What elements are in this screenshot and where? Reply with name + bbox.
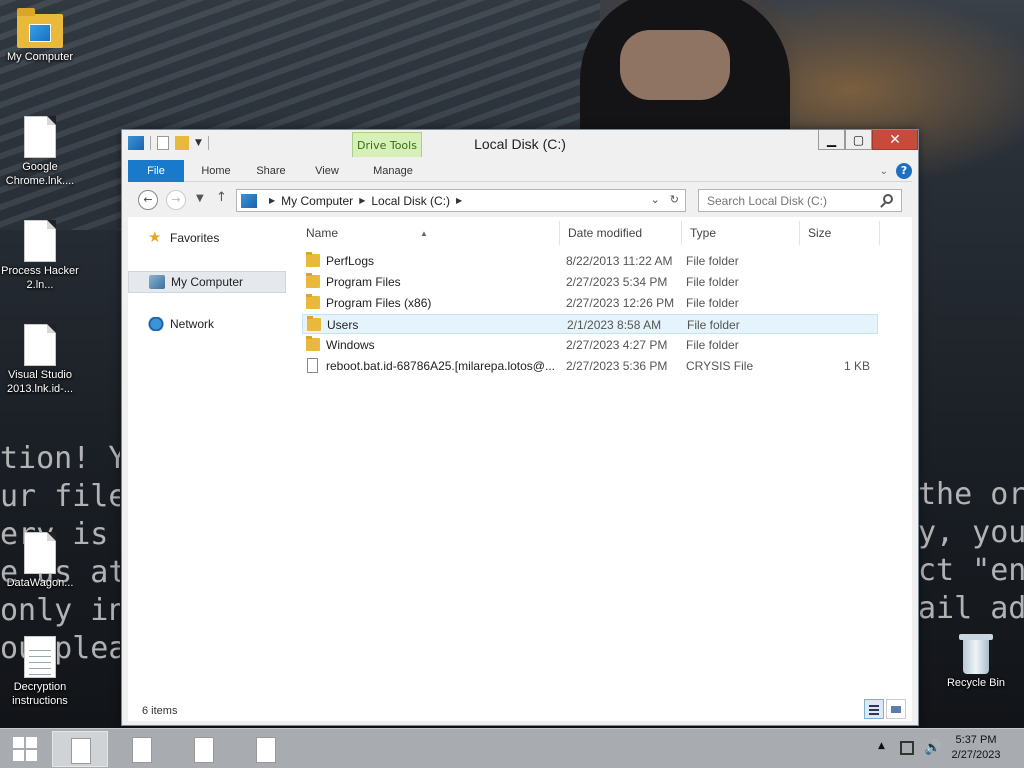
clock-time: 5:37 PM (955, 734, 997, 746)
show-hidden-icons-arrow-icon[interactable]: ▲ (878, 741, 885, 751)
star-icon: ★ (148, 229, 162, 246)
column-header-size[interactable]: Size (800, 221, 880, 245)
minimize-button[interactable]: ▁ (818, 130, 845, 150)
file-row-users[interactable]: Users 2/1/2023 8:58 AM File folder (302, 314, 878, 334)
breadcrumb-my-computer[interactable]: My Computer (281, 194, 353, 208)
search-icon[interactable] (883, 194, 893, 204)
file-list: Name ▲ Date modified Type Size PerfLogs … (298, 217, 912, 705)
taskbar-item-3[interactable] (176, 731, 232, 767)
taskbar-item-2[interactable] (114, 731, 170, 767)
column-header-date-modified[interactable]: Date modified (560, 221, 682, 245)
windows-logo-icon (13, 737, 24, 748)
desktop-icon-google-chrome[interactable]: Google Chrome.lnk.... (0, 116, 80, 188)
computer-icon (149, 275, 165, 289)
clock-date: 2/27/2023 (951, 749, 1001, 761)
tab-file[interactable]: File (128, 160, 184, 182)
breadcrumb-local-disk[interactable]: Local Disk (C:) (371, 194, 450, 208)
recent-locations-chevron-icon[interactable]: ▼ (196, 193, 204, 204)
navigation-row: ← → ▼ ↑ ▶ My Computer ▶ Local Disk (C:) … (128, 187, 912, 213)
explorer-window: ▼ Local Disk (C:) ▁ ▢ ✕ Drive Tools File… (121, 129, 919, 726)
search-input[interactable] (699, 190, 869, 211)
tab-manage[interactable]: Manage (358, 160, 428, 182)
volume-icon[interactable]: 🔊 (924, 740, 941, 756)
help-icon[interactable]: ? (896, 163, 912, 179)
taskbar: ▲ 🔊 5:37 PM 2/27/2023 (0, 728, 1024, 768)
close-button[interactable]: ✕ (872, 130, 918, 150)
desktop-icon-visual-studio[interactable]: Visual Studio 2013.lnk.id-... (0, 324, 80, 396)
desktop-icon-recycle-bin[interactable]: Recycle Bin (936, 632, 1016, 690)
nav-item-my-computer[interactable]: My Computer (128, 271, 286, 293)
breadcrumb-separator-icon[interactable]: ▶ (456, 196, 462, 205)
large-icons-view-button[interactable] (886, 699, 906, 719)
desktop-icon-decryption-instructions[interactable]: Decryption instructions (0, 636, 80, 708)
navigation-pane: ★ Favorites My Computer Network (128, 217, 290, 705)
file-icon (307, 358, 318, 373)
document-icon (256, 737, 276, 763)
document-icon (194, 737, 214, 763)
sort-ascending-icon: ▲ (420, 229, 428, 238)
search-box[interactable] (698, 189, 902, 212)
taskbar-item-1[interactable] (52, 731, 108, 767)
tab-view[interactable]: View (304, 160, 350, 182)
expand-ribbon-chevron-icon[interactable]: ⌄ (880, 166, 888, 177)
breadcrumb-separator-icon[interactable]: ▶ (269, 196, 275, 205)
network-icon[interactable] (900, 741, 914, 755)
breadcrumb-separator-icon[interactable]: ▶ (359, 196, 365, 205)
details-view-button[interactable] (864, 699, 884, 719)
item-count: 6 items (142, 705, 178, 717)
column-header-name[interactable]: Name ▲ (298, 221, 560, 245)
folder-icon (306, 252, 320, 267)
document-icon (24, 532, 56, 574)
folder-icon (306, 294, 320, 309)
wallpaper-ransom-text-right: the ori y, you ct "enc ail add (918, 477, 1024, 626)
window-title: Local Disk (C:) (474, 136, 566, 152)
column-header-type[interactable]: Type (682, 221, 800, 245)
desktop-icon-datawagon[interactable]: DataWagon... (0, 532, 80, 590)
wallpaper-face (620, 30, 730, 100)
address-dropdown-chevron-icon[interactable]: ⌄ (651, 193, 660, 206)
file-row-program-files-x86[interactable]: Program Files (x86) 2/27/2023 12:26 PM F… (302, 293, 878, 313)
nav-item-favorites[interactable]: ★ Favorites (128, 227, 286, 249)
taskbar-item-4[interactable] (238, 731, 294, 767)
document-icon (24, 220, 56, 262)
start-button[interactable] (0, 729, 50, 768)
computer-icon (241, 193, 257, 208)
document-icon (132, 737, 152, 763)
file-row-windows[interactable]: Windows 2/27/2023 4:27 PM File folder (302, 335, 878, 355)
folder-computer-icon (17, 8, 63, 48)
network-icon (148, 317, 164, 331)
tab-share[interactable]: Share (248, 160, 294, 182)
desktop-icon-my-computer[interactable]: My Computer (0, 8, 80, 64)
document-icon (24, 324, 56, 366)
folder-icon (307, 316, 321, 331)
tab-home[interactable]: Home (194, 160, 238, 182)
window-controls: ▁ ▢ ✕ (818, 130, 918, 150)
ribbon-tabs-bar (128, 158, 912, 182)
recycle-bin-icon (959, 632, 993, 674)
folder-icon (306, 273, 320, 288)
address-bar[interactable]: ▶ My Computer ▶ Local Disk (C:) ▶ ⌄ ↻ (236, 189, 686, 212)
up-arrow-icon[interactable]: ↑ (216, 190, 227, 205)
nav-item-network[interactable]: Network (128, 313, 286, 335)
content-area: ★ Favorites My Computer Network Name ▲ D… (128, 217, 912, 705)
forward-button[interactable]: → (166, 190, 186, 210)
desktop-icon-process-hacker[interactable]: Process Hacker 2.ln... (0, 220, 80, 292)
document-icon (24, 116, 56, 158)
document-icon (71, 738, 91, 764)
back-button[interactable]: ← (138, 190, 158, 210)
text-document-icon (24, 636, 56, 678)
refresh-icon[interactable]: ↻ (670, 193, 679, 206)
file-row-program-files[interactable]: Program Files 2/27/2023 5:34 PM File fol… (302, 272, 878, 292)
clock[interactable]: 5:37 PM 2/27/2023 (946, 733, 1006, 763)
folder-icon (306, 336, 320, 351)
maximize-button[interactable]: ▢ (845, 130, 872, 150)
file-row-perflogs[interactable]: PerfLogs 8/22/2013 11:22 AM File folder (302, 251, 878, 271)
status-bar: 6 items (128, 699, 912, 721)
file-row-reboot-bat[interactable]: reboot.bat.id-68786A25.[milarepa.lotos@.… (302, 356, 878, 376)
title-bar[interactable]: ▼ Local Disk (C:) ▁ ▢ ✕ (122, 130, 918, 158)
drive-tools-context-label: Drive Tools (352, 132, 422, 157)
ribbon-right-controls: ⌄ ? (880, 163, 912, 179)
